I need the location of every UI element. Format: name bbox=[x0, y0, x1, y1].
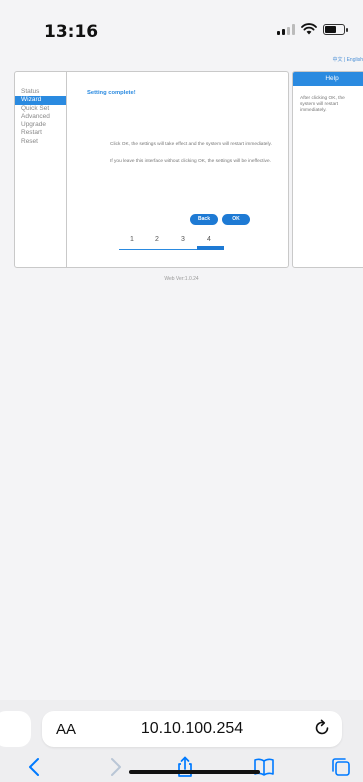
forward-icon[interactable] bbox=[104, 756, 126, 778]
step-active-indicator bbox=[197, 246, 224, 250]
sidebar-item-status[interactable]: Status bbox=[15, 88, 66, 96]
warning-message: If you leave this interface without clic… bbox=[110, 159, 271, 164]
address-bar[interactable]: AA 10.10.100.254 bbox=[42, 711, 342, 747]
web-version: Web Ver:1.0.24 bbox=[164, 276, 199, 282]
status-bar: 13:16 bbox=[0, 0, 363, 48]
help-text: After clicking OK, the system will resta… bbox=[300, 96, 345, 113]
restart-message: Click OK, the settings will take effect … bbox=[110, 142, 272, 147]
wizard-steps: 1 2 3 4 bbox=[119, 236, 224, 250]
router-main-panel: Status Wizard Quick Set Advanced Upgrade… bbox=[14, 71, 289, 268]
page-title: Setting complete! bbox=[87, 90, 136, 96]
sidebar-item-quick-set[interactable]: Quick Set bbox=[15, 105, 66, 113]
wizard-content: Setting complete! Click OK, the settings… bbox=[67, 72, 288, 267]
ok-button[interactable]: OK bbox=[222, 214, 250, 225]
wifi-icon bbox=[301, 23, 317, 35]
step-3: 3 bbox=[181, 236, 185, 243]
help-title: Help bbox=[293, 72, 363, 86]
sidebar-item-reset[interactable]: Reset bbox=[15, 138, 66, 146]
step-2: 2 bbox=[155, 236, 159, 243]
sidebar-item-restart[interactable]: Restart bbox=[15, 129, 66, 137]
previous-tab-pill[interactable] bbox=[0, 711, 31, 747]
reload-icon[interactable] bbox=[312, 718, 332, 738]
step-1: 1 bbox=[130, 236, 134, 243]
back-button[interactable]: Back bbox=[190, 214, 218, 225]
sidebar-item-wizard[interactable]: Wizard bbox=[15, 96, 66, 105]
sidebar-item-advanced[interactable]: Advanced bbox=[15, 113, 66, 121]
status-icons bbox=[277, 23, 348, 35]
bookmarks-icon[interactable] bbox=[253, 756, 275, 778]
status-time: 13:16 bbox=[44, 22, 99, 42]
cellular-signal-icon bbox=[277, 23, 295, 35]
home-indicator bbox=[129, 770, 260, 774]
help-panel: Help After clicking OK, the system will … bbox=[292, 71, 363, 268]
step-4: 4 bbox=[207, 236, 211, 243]
back-icon[interactable] bbox=[24, 756, 46, 778]
sidebar-item-upgrade[interactable]: Upgrade bbox=[15, 121, 66, 129]
tabs-icon[interactable] bbox=[330, 756, 352, 778]
url-text[interactable]: 10.10.100.254 bbox=[42, 720, 342, 738]
battery-icon bbox=[323, 23, 348, 35]
language-switch[interactable]: 中文 | English bbox=[333, 56, 363, 63]
sidebar-nav: Status Wizard Quick Set Advanced Upgrade… bbox=[15, 72, 67, 267]
share-icon[interactable] bbox=[174, 756, 196, 778]
